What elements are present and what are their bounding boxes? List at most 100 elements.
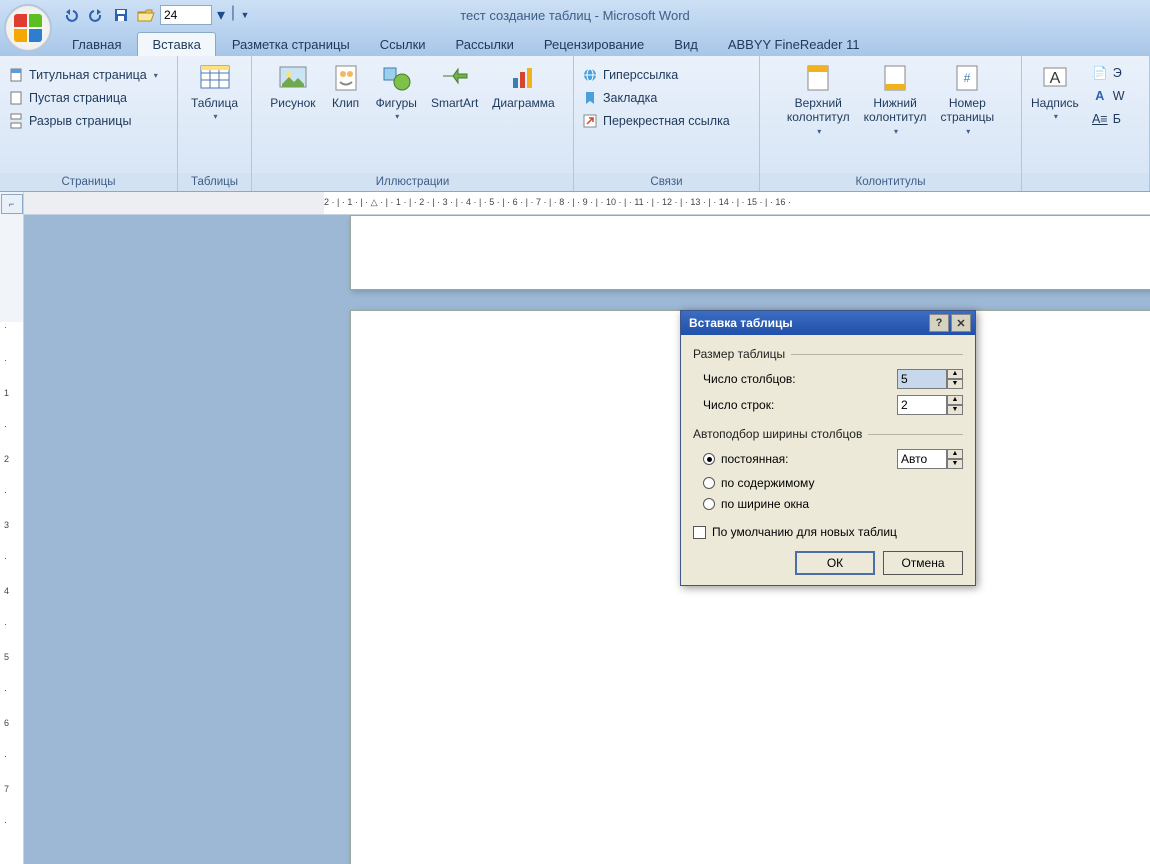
bookmark-button[interactable]: Закладка xyxy=(578,88,734,108)
group-text: A Надпись▾ 📄Э AW A≡Б xyxy=(1022,56,1150,191)
fixed-input[interactable] xyxy=(897,449,947,469)
font-size-input[interactable] xyxy=(160,5,212,25)
dialog-title: Вставка таблицы xyxy=(689,316,927,330)
page-previous[interactable] xyxy=(350,215,1150,290)
pagenum-button[interactable]: # Номер страницы▾ xyxy=(935,59,999,139)
chart-label: Диаграмма xyxy=(492,96,554,110)
horizontal-ruler[interactable]: 2 · | · 1 · | · △ · | · 1 · | · 2 · | · … xyxy=(24,192,1150,215)
tab-abbyy[interactable]: ABBYY FineReader 11 xyxy=(714,33,874,56)
tab-selector[interactable]: ⌐ xyxy=(1,194,23,214)
clip-icon xyxy=(330,62,362,94)
cols-up[interactable]: ▲ xyxy=(947,369,963,379)
dropcap-icon: A≡ xyxy=(1092,111,1108,127)
cols-spinner[interactable]: ▲▼ xyxy=(897,369,963,389)
shapes-button[interactable]: Фигуры▾ xyxy=(371,59,422,125)
picture-button[interactable]: Рисунок xyxy=(265,59,320,113)
table-button[interactable]: Таблица▾ xyxy=(186,59,243,125)
vruler-mark: · xyxy=(4,751,7,761)
group-illustrations-label: Иллюстрации xyxy=(252,173,573,191)
group-text-label xyxy=(1022,173,1149,191)
group-tables-label: Таблицы xyxy=(178,173,251,191)
rows-spinner[interactable]: ▲▼ xyxy=(897,395,963,415)
qat-customize[interactable]: ▼ xyxy=(239,4,251,26)
fixed-up[interactable]: ▲ xyxy=(947,449,963,459)
group-pages: Титульная страница▾ Пустая страница Разр… xyxy=(0,56,178,191)
rows-up[interactable]: ▲ xyxy=(947,395,963,405)
ribbon: Титульная страница▾ Пустая страница Разр… xyxy=(0,56,1150,192)
tab-view[interactable]: Вид xyxy=(660,33,712,56)
crossref-label: Перекрестная ссылка xyxy=(603,114,730,128)
smartart-button[interactable]: SmartArt xyxy=(426,59,483,113)
tab-home[interactable]: Главная xyxy=(58,33,135,56)
fixed-spinner[interactable]: ▲▼ xyxy=(897,449,963,469)
crossref-button[interactable]: Перекрестная ссылка xyxy=(578,111,734,131)
redo-button[interactable] xyxy=(85,4,107,26)
tab-references[interactable]: Ссылки xyxy=(366,33,440,56)
hruler-numbers: 2 · | · 1 · | · △ · | · 1 · | · 2 · | · … xyxy=(324,197,791,208)
tab-mailings[interactable]: Рассылки xyxy=(442,33,528,56)
hyperlink-icon xyxy=(582,67,598,83)
group-links-label: Связи xyxy=(574,173,759,191)
clip-button[interactable]: Клип xyxy=(325,59,367,113)
remember-checkbox[interactable] xyxy=(693,526,706,539)
group-headerfooter-label: Колонтитулы xyxy=(760,173,1021,191)
picture-icon xyxy=(277,62,309,94)
hyperlink-label: Гиперссылка xyxy=(603,68,678,82)
shapes-icon xyxy=(380,62,412,94)
textbox-button[interactable]: A Надпись▾ xyxy=(1026,59,1084,125)
blank-page-button[interactable]: Пустая страница xyxy=(4,88,162,108)
chart-button[interactable]: Диаграмма xyxy=(487,59,559,113)
footer-button[interactable]: Нижний колонтитул▾ xyxy=(859,59,932,139)
fixed-down[interactable]: ▼ xyxy=(947,459,963,469)
vruler-mark: 3 xyxy=(4,520,9,530)
cancel-button[interactable]: Отмена xyxy=(883,551,963,575)
tab-review[interactable]: Рецензирование xyxy=(530,33,658,56)
radio-window[interactable] xyxy=(703,498,715,510)
text-e-button[interactable]: 📄Э xyxy=(1088,63,1129,83)
document-canvas[interactable]: Вставка таблицы ? ✕ Размер таблицы Число… xyxy=(24,215,1150,864)
tab-insert[interactable]: Вставка xyxy=(137,32,215,56)
radio-contents[interactable] xyxy=(703,477,715,489)
dialog-help-button[interactable]: ? xyxy=(929,314,949,332)
vruler-mark: · xyxy=(4,487,7,497)
vruler-mark: · xyxy=(4,619,7,629)
save-button[interactable] xyxy=(110,4,132,26)
vruler-mark: 6 xyxy=(4,718,9,728)
rows-input[interactable] xyxy=(897,395,947,415)
remember-label: По умолчанию для новых таблиц xyxy=(712,525,897,539)
vruler-mark: · xyxy=(4,355,7,365)
smartart-label: SmartArt xyxy=(431,96,478,110)
cover-page-button[interactable]: Титульная страница▾ xyxy=(4,65,162,85)
cols-input[interactable] xyxy=(897,369,947,389)
bookmark-icon xyxy=(582,90,598,106)
quick-access-toolbar: ▾ | ▼ xyxy=(60,4,251,26)
crossref-icon xyxy=(582,113,598,129)
hyperlink-button[interactable]: Гиперссылка xyxy=(578,65,734,85)
header-button[interactable]: Верхний колонтитул▾ xyxy=(782,59,855,139)
undo-button[interactable] xyxy=(60,4,82,26)
group-tables: Таблица▾ Таблицы xyxy=(178,56,252,191)
text-b-button[interactable]: A≡Б xyxy=(1088,109,1129,129)
rows-label: Число строк: xyxy=(703,398,889,412)
bookmark-label: Закладка xyxy=(603,91,657,105)
ok-button[interactable]: ОК xyxy=(795,551,875,575)
tab-page-layout[interactable]: Разметка страницы xyxy=(218,33,364,56)
header-icon xyxy=(802,62,834,94)
quickparts-icon: 📄 xyxy=(1092,65,1108,81)
open-button[interactable] xyxy=(135,4,157,26)
text-w-button[interactable]: AW xyxy=(1088,86,1129,106)
svg-text:#: # xyxy=(964,71,971,85)
chart-icon xyxy=(507,62,539,94)
radio-fixed[interactable] xyxy=(703,453,715,465)
rows-down[interactable]: ▼ xyxy=(947,405,963,415)
cover-page-icon xyxy=(8,67,24,83)
dialog-close-button[interactable]: ✕ xyxy=(951,314,971,332)
qat-dropdown[interactable]: ▾ xyxy=(215,4,227,26)
blank-page-label: Пустая страница xyxy=(29,91,127,105)
office-button[interactable] xyxy=(4,4,52,52)
page-break-button[interactable]: Разрыв страницы xyxy=(4,111,162,131)
cols-down[interactable]: ▼ xyxy=(947,379,963,389)
page-break-icon xyxy=(8,113,24,129)
dialog-titlebar[interactable]: Вставка таблицы ? ✕ xyxy=(681,311,975,335)
vruler-mark: · xyxy=(4,421,7,431)
